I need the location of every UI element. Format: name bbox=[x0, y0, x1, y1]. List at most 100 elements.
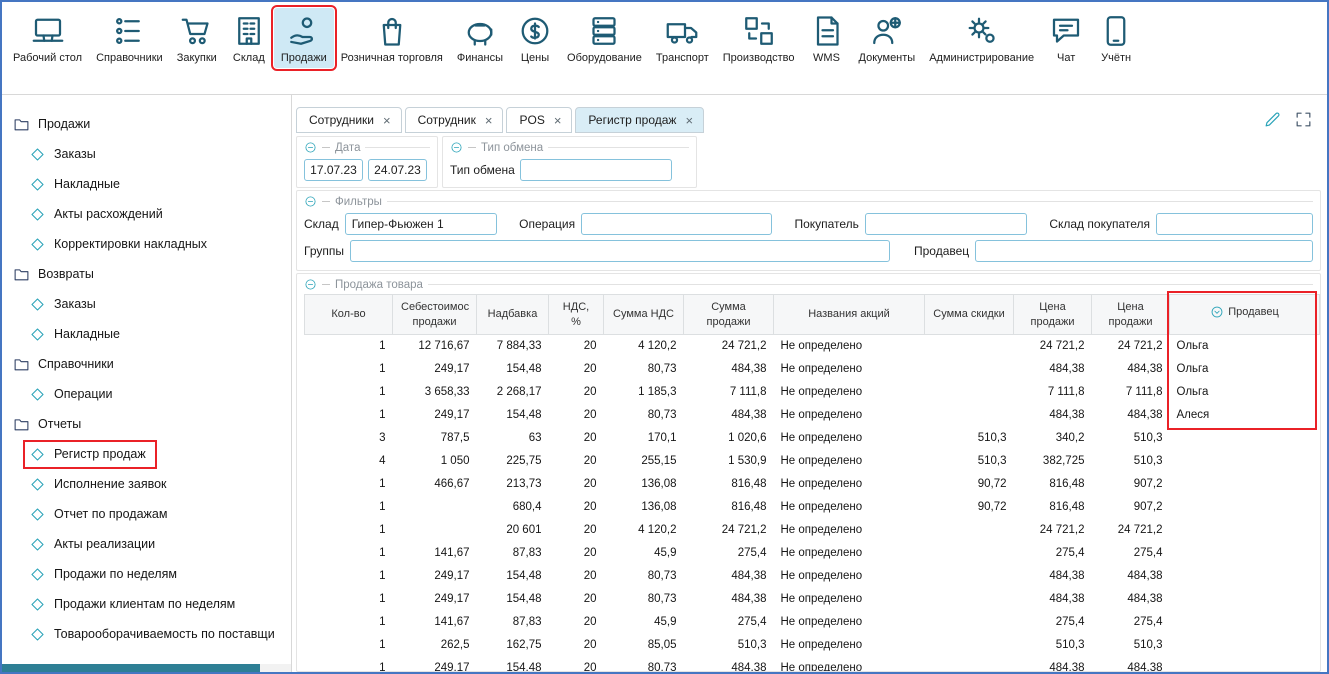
sidebar-item-click-target[interactable]: Отчеты bbox=[10, 413, 89, 436]
diamond-icon bbox=[29, 596, 46, 613]
tab-2[interactable]: POS× bbox=[506, 107, 572, 133]
sidebar-scrollbar-thumb[interactable] bbox=[2, 664, 260, 672]
table-row[interactable]: 1141,6787,832045,9275,4Не определено275,… bbox=[305, 611, 1320, 634]
exchange-type-input[interactable] bbox=[520, 159, 672, 181]
sidebar-item-click-target[interactable]: Продажи по неделям bbox=[26, 563, 185, 586]
column-header-6[interactable]: Названия акций bbox=[774, 295, 925, 335]
table-row[interactable]: 1249,17154,482080,73484,38Не определено4… bbox=[305, 657, 1320, 673]
table-cell: 170,1 bbox=[604, 427, 684, 450]
toolbar-item-transport[interactable]: Транспорт bbox=[649, 8, 716, 68]
sidebar-item-click-target[interactable]: Исполнение заявок bbox=[26, 473, 175, 496]
tab-0[interactable]: Сотрудники× bbox=[296, 107, 402, 133]
table-cell: 4 120,2 bbox=[604, 519, 684, 542]
tab-1[interactable]: Сотрудник× bbox=[405, 107, 504, 133]
sidebar-item-click-target[interactable]: Заказы bbox=[26, 143, 104, 166]
sidebar-folder-8: Справочники bbox=[10, 349, 291, 379]
warehouse-input[interactable] bbox=[345, 213, 497, 235]
toolbar-item-chat[interactable]: Чат bbox=[1041, 8, 1091, 68]
toolbar-item-prices[interactable]: Цены bbox=[510, 8, 560, 68]
table-cell: 162,75 bbox=[477, 634, 549, 657]
sidebar-item-click-target[interactable]: Справочники bbox=[10, 353, 122, 376]
fullscreen-icon[interactable] bbox=[1294, 110, 1313, 129]
table-cell: 24 721,2 bbox=[1014, 335, 1092, 358]
column-header-4[interactable]: Сумма НДС bbox=[604, 295, 684, 335]
sidebar-item-click-target[interactable]: Заказы bbox=[26, 293, 104, 316]
table-cell: 225,75 bbox=[477, 450, 549, 473]
table-cell: 20 bbox=[549, 404, 604, 427]
group-title: Фильтры bbox=[335, 196, 382, 208]
sidebar-item-click-target[interactable]: Возвраты bbox=[10, 263, 102, 286]
collapse-icon[interactable] bbox=[450, 141, 463, 154]
seller-input[interactable] bbox=[975, 240, 1313, 262]
toolbar-item-equipment[interactable]: Оборудование bbox=[560, 8, 649, 68]
table-row[interactable]: 1249,17154,482080,73484,38Не определено4… bbox=[305, 565, 1320, 588]
table-row[interactable]: 1680,420136,08816,48Не определено90,7281… bbox=[305, 496, 1320, 519]
column-header-7[interactable]: Сумма скидки bbox=[925, 295, 1014, 335]
collapse-icon[interactable] bbox=[304, 278, 317, 291]
toolbar-item-catalogs[interactable]: Справочники bbox=[89, 8, 170, 68]
toolbar-item-desktop[interactable]: Рабочий стол bbox=[6, 8, 89, 68]
table-row[interactable]: 41 050225,7520255,151 530,9Не определено… bbox=[305, 450, 1320, 473]
column-header-10[interactable]: Продавец bbox=[1170, 295, 1320, 335]
sidebar-item-click-target[interactable]: Товарооборачиваемость по поставщи bbox=[26, 623, 283, 646]
operation-input[interactable] bbox=[581, 213, 772, 235]
sidebar-item-click-target[interactable]: Операции bbox=[26, 383, 120, 406]
table-cell: 20 bbox=[549, 519, 604, 542]
table-row[interactable]: 1141,6787,832045,9275,4Не определено275,… bbox=[305, 542, 1320, 565]
toolbar-item-accounting[interactable]: Учётн bbox=[1091, 8, 1141, 68]
table-row[interactable]: 1249,17154,482080,73484,38Не определено4… bbox=[305, 404, 1320, 427]
table-row[interactable]: 1249,17154,482080,73484,38Не определено4… bbox=[305, 358, 1320, 381]
sidebar-item-click-target[interactable]: Корректировки накладных bbox=[26, 233, 215, 256]
table-cell: 275,4 bbox=[684, 611, 774, 634]
column-header-1[interactable]: Себестоимос продажи bbox=[393, 295, 477, 335]
sidebar-item-click-target[interactable]: Регистр продаж bbox=[26, 443, 154, 466]
table-cell: Не определено bbox=[774, 634, 925, 657]
toolbar-item-finance[interactable]: Финансы bbox=[450, 8, 510, 68]
table-row[interactable]: 1262,5162,752085,05510,3Не определено510… bbox=[305, 634, 1320, 657]
column-header-2[interactable]: Надбавка bbox=[477, 295, 549, 335]
toolbar-item-admin[interactable]: Администрирование bbox=[922, 8, 1041, 68]
sidebar-item-click-target[interactable]: Накладные bbox=[26, 323, 128, 346]
column-header-8[interactable]: Цена продажи bbox=[1014, 295, 1092, 335]
toolbar-item-purchases[interactable]: Закупки bbox=[170, 8, 224, 68]
buyer-warehouse-input[interactable] bbox=[1156, 213, 1313, 235]
buyer-input[interactable] bbox=[865, 213, 1027, 235]
table-row[interactable]: 13 658,332 268,17201 185,37 111,8Не опре… bbox=[305, 381, 1320, 404]
tab-3[interactable]: Регистр продаж× bbox=[575, 107, 704, 133]
groups-input[interactable] bbox=[350, 240, 890, 262]
tab-close-icon[interactable]: × bbox=[383, 114, 391, 127]
table-row[interactable]: 1249,17154,482080,73484,38Не определено4… bbox=[305, 588, 1320, 611]
toolbar-item-production[interactable]: Производство bbox=[716, 8, 802, 68]
toolbar-item-retail[interactable]: Розничная торговля bbox=[334, 8, 450, 68]
sidebar-item-click-target[interactable]: Продажи клиентам по неделям bbox=[26, 593, 243, 616]
collapse-icon[interactable] bbox=[304, 195, 317, 208]
sidebar-item-click-target[interactable]: Продажи bbox=[10, 113, 98, 136]
tab-close-icon[interactable]: × bbox=[554, 114, 562, 127]
toolbar-item-sales[interactable]: Продажи bbox=[274, 8, 334, 68]
sidebar-item-click-target[interactable]: Накладные bbox=[26, 173, 128, 196]
edit-icon[interactable] bbox=[1263, 110, 1282, 129]
tab-close-icon[interactable]: × bbox=[485, 114, 493, 127]
toolbar-item-documents[interactable]: Документы bbox=[852, 8, 923, 68]
sidebar-item-click-target[interactable]: Акты расхождений bbox=[26, 203, 171, 226]
toolbar-item-wms[interactable]: WMS bbox=[802, 8, 852, 68]
date-from-input[interactable] bbox=[304, 159, 363, 181]
table-row[interactable]: 1466,67213,7320136,08816,48Не определено… bbox=[305, 473, 1320, 496]
table-cell: 1 020,6 bbox=[684, 427, 774, 450]
collapse-icon[interactable] bbox=[304, 141, 317, 154]
sort-chevron-icon[interactable] bbox=[1210, 305, 1224, 319]
column-header-3[interactable]: НДС, % bbox=[549, 295, 604, 335]
sidebar-item-click-target[interactable]: Акты реализации bbox=[26, 533, 163, 556]
table-row[interactable]: 3787,56320170,11 020,6Не определено510,3… bbox=[305, 427, 1320, 450]
column-header-0[interactable]: Кол-во bbox=[305, 295, 393, 335]
column-header-9[interactable]: Цена продажи bbox=[1092, 295, 1170, 335]
toolbar-item-warehouse[interactable]: Склад bbox=[224, 8, 274, 68]
table-row[interactable]: 112 716,677 884,33204 120,224 721,2Не оп… bbox=[305, 335, 1320, 358]
group-title: Продажа товара bbox=[335, 279, 423, 291]
sidebar-item-click-target[interactable]: Отчет по продажам bbox=[26, 503, 175, 526]
date-to-input[interactable] bbox=[368, 159, 427, 181]
sidebar-horizontal-scrollbar[interactable] bbox=[2, 664, 291, 672]
column-header-5[interactable]: Сумма продажи bbox=[684, 295, 774, 335]
tab-close-icon[interactable]: × bbox=[685, 114, 693, 127]
table-row[interactable]: 120 601204 120,224 721,2Не определено24 … bbox=[305, 519, 1320, 542]
